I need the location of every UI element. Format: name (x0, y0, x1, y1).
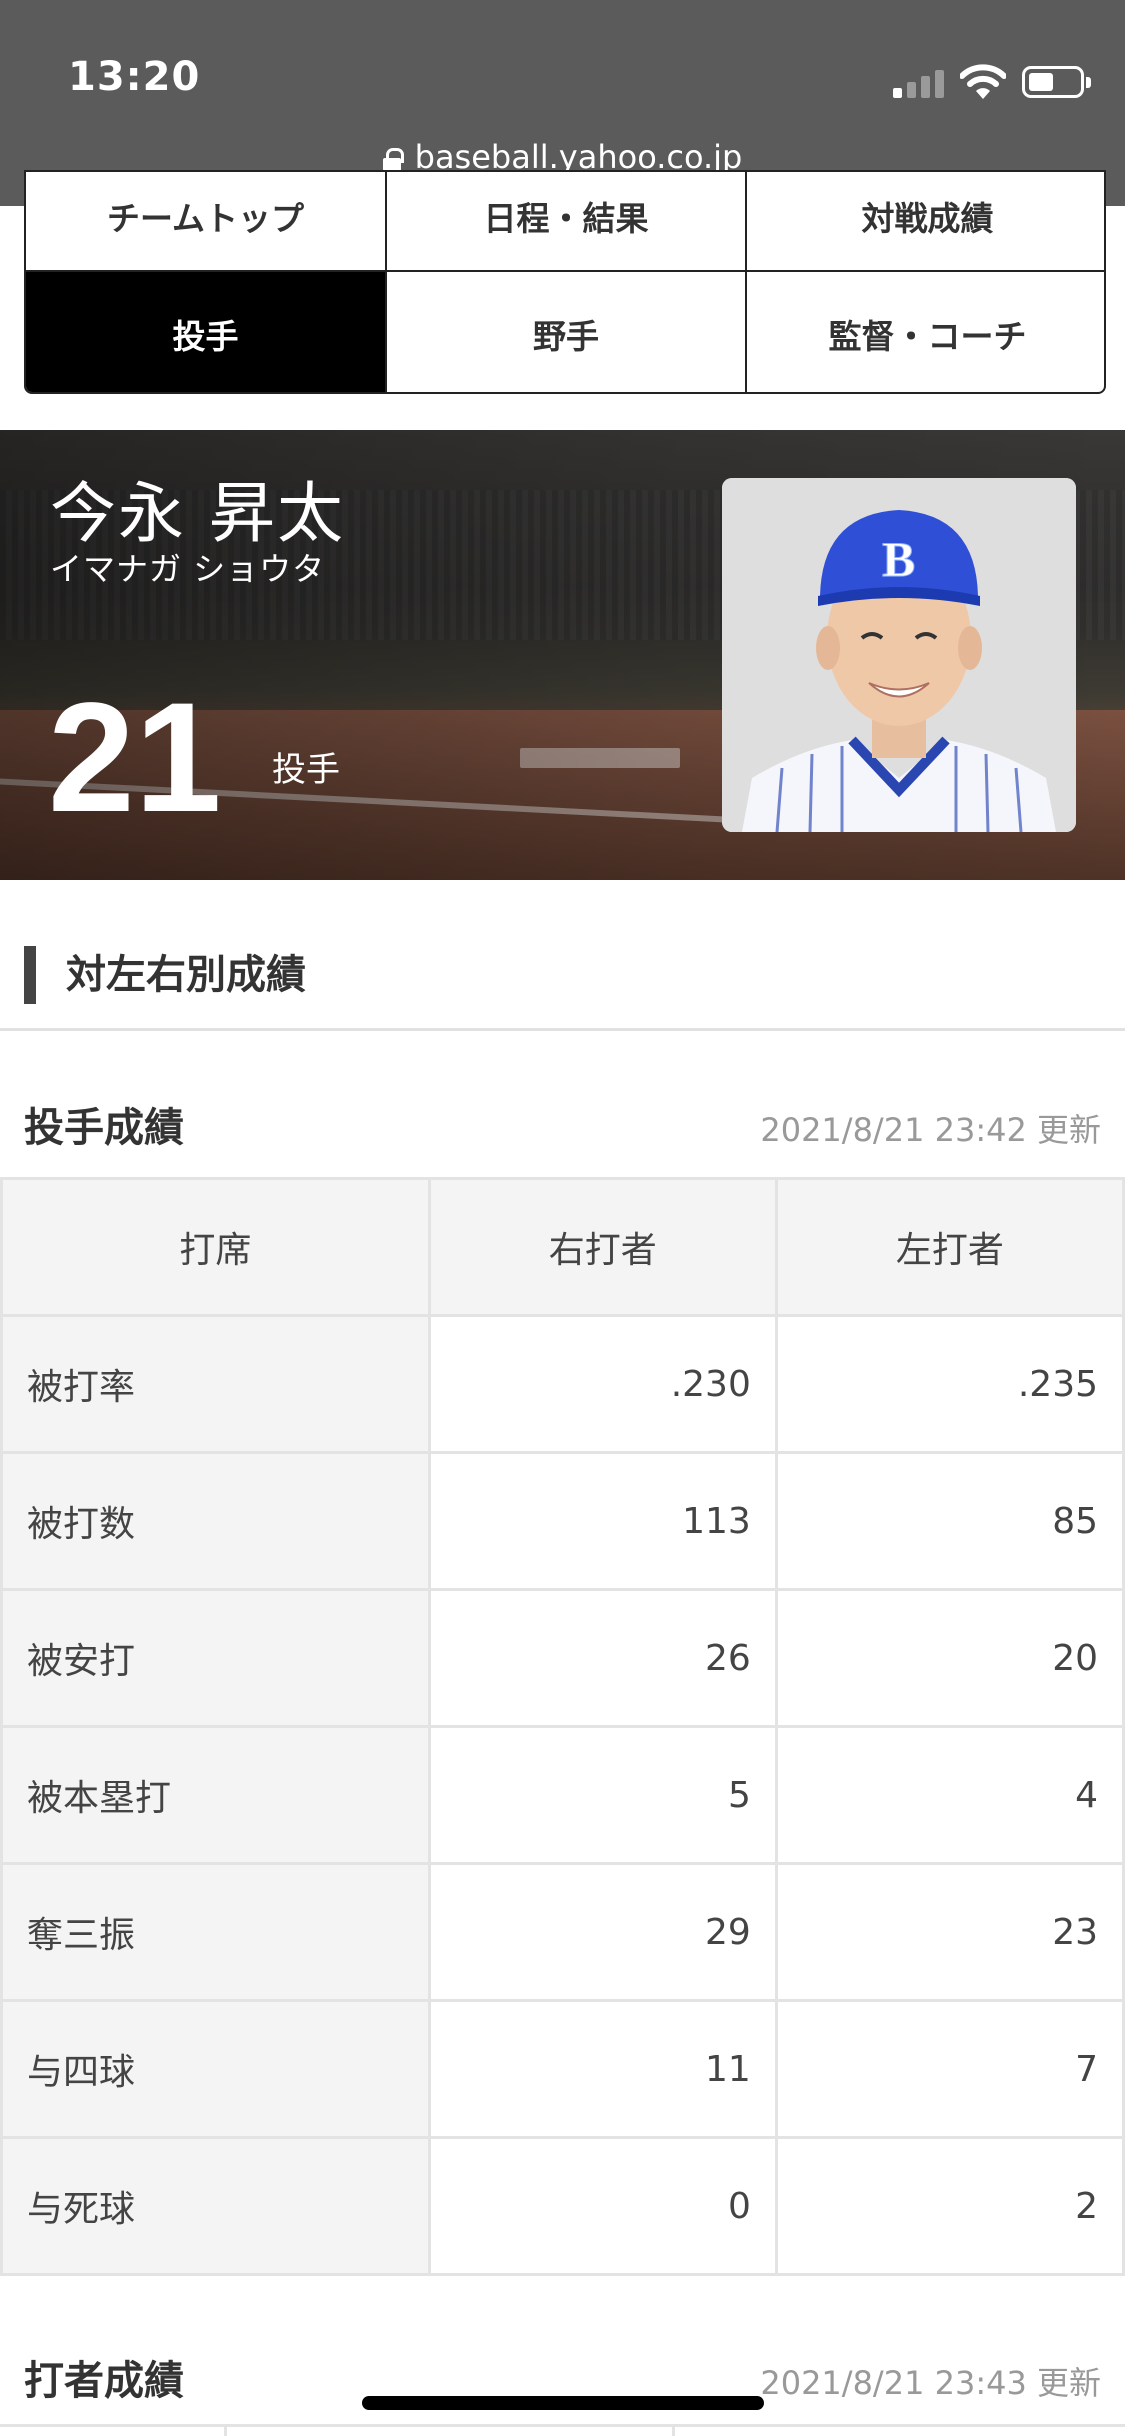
pitching-split-table: 打席 右打者 左打者 被打率 .230 .235 被打数 113 85 被安打 … (0, 1177, 1125, 2276)
player-position: 投手 (272, 750, 340, 790)
player-photo: B (722, 478, 1076, 832)
player-name: 今永 昇太 (50, 475, 345, 552)
team-nav: チームトップ 日程・結果 対戦成績 投手 野手 監督・コーチ (24, 170, 1106, 394)
row-label: 被本塁打 (0, 1725, 431, 1865)
divider (0, 1028, 1125, 1031)
pitching-updated-time: 2021/8/21 23:42 更新 (760, 1111, 1101, 1149)
row-label: 与死球 (0, 2136, 431, 2276)
left-batter-value: 4 (774, 1725, 1125, 1865)
table-header-row: 打席 右打者 左打者 (0, 1177, 1125, 1317)
column-header: 打席 (0, 1177, 431, 1317)
right-batter-value: 29 (427, 1862, 778, 2002)
nav-head-to-head[interactable]: 対戦成績 (747, 172, 1104, 272)
left-batter-value: 2 (774, 2136, 1125, 2276)
right-batter-value: 0 (427, 2136, 778, 2276)
table-row: 被安打 26 20 (0, 1588, 1125, 1728)
batting-stats-title: 打者成績 (24, 2358, 184, 2404)
nav-manager-coach[interactable]: 監督・コーチ (747, 272, 1104, 392)
right-batter-value: .230 (427, 1314, 778, 1454)
right-batter-value: 11 (427, 1999, 778, 2139)
right-batter-value: 5 (427, 1725, 778, 1865)
table-row: 被打率 .230 .235 (0, 1314, 1125, 1454)
table-row: 与四球 11 7 (0, 1999, 1125, 2139)
player-number: 21 (48, 671, 222, 845)
section-title: 対左右別成績 (24, 946, 306, 1004)
lock-icon (382, 148, 404, 171)
batting-updated-time: 2021/8/21 23:43 更新 (760, 2364, 1101, 2402)
cellular-signal-icon (893, 70, 945, 98)
left-batter-value: 20 (774, 1588, 1125, 1728)
left-batter-value: 7 (774, 1999, 1125, 2139)
player-kana: イマナガ ショウタ (50, 550, 326, 588)
left-batter-value: .235 (774, 1314, 1125, 1454)
nav-team-top[interactable]: チームトップ (26, 172, 387, 272)
left-batter-value: 85 (774, 1451, 1125, 1591)
table-row: 被本塁打 5 4 (0, 1725, 1125, 1865)
nav-schedule-results[interactable]: 日程・結果 (387, 172, 747, 272)
right-batter-value: 113 (427, 1451, 778, 1591)
nav-fielders[interactable]: 野手 (387, 272, 747, 392)
row-label: 与四球 (0, 1999, 431, 2139)
battery-icon (1022, 66, 1091, 98)
wifi-icon (960, 64, 1006, 99)
column-header: 左打者 (774, 1177, 1125, 1317)
table-row: 与死球 0 2 (0, 2136, 1125, 2276)
row-label: 被打数 (0, 1451, 431, 1591)
row-label: 被打率 (0, 1314, 431, 1454)
column-header: 右打者 (427, 1177, 778, 1317)
row-label: 被安打 (0, 1588, 431, 1728)
table-row: 被打数 113 85 (0, 1451, 1125, 1591)
pitching-stats-title: 投手成績 (24, 1105, 184, 1151)
nav-pitchers[interactable]: 投手 (26, 272, 387, 392)
row-label: 奪三振 (0, 1862, 431, 2002)
home-indicator[interactable] (362, 2396, 764, 2410)
player-hero: 今永 昇太 イマナガ ショウタ 21 投手 B (0, 430, 1125, 880)
left-batter-value: 23 (774, 1862, 1125, 2002)
batting-table-edge (0, 2424, 1125, 2436)
status-time: 13:20 (68, 54, 201, 100)
table-row: 奪三振 29 23 (0, 1862, 1125, 2002)
svg-text:B: B (882, 531, 915, 587)
right-batter-value: 26 (427, 1588, 778, 1728)
